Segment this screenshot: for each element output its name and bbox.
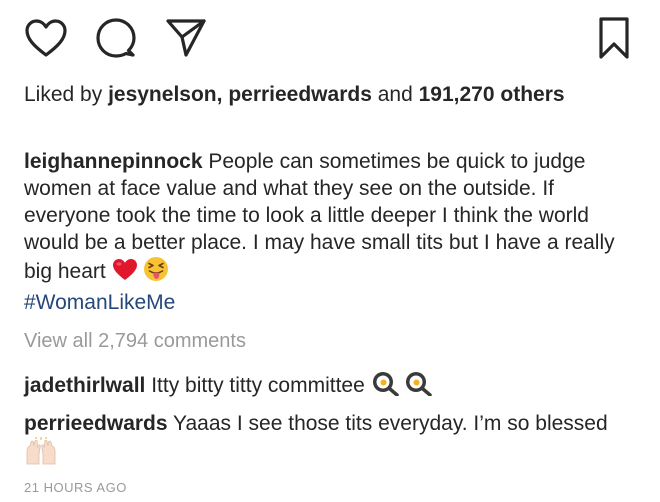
likes-count[interactable]: 191,270 bbox=[419, 83, 495, 106]
post-timestamp: 21 HOURS AGO bbox=[24, 480, 127, 495]
comment-username[interactable]: perrieedwards bbox=[24, 412, 168, 435]
comment-icon[interactable] bbox=[92, 14, 140, 62]
likes-suffix[interactable]: others bbox=[500, 83, 564, 106]
comment-item: jadethirlwall Itty bitty titty committee bbox=[24, 370, 638, 403]
fried-egg-emoji bbox=[404, 370, 433, 403]
comment-text: Yaaas I see those tits everyday. I’m so … bbox=[173, 412, 608, 435]
liked-by-user-link[interactable]: jesynelson bbox=[108, 83, 217, 106]
likes-prefix: Liked by bbox=[24, 83, 103, 106]
view-all-comments-link[interactable]: View all 2,794 comments bbox=[24, 330, 246, 353]
raising-hands-emoji bbox=[24, 436, 58, 472]
action-bar bbox=[22, 14, 638, 62]
hashtag-link[interactable]: #WomanLikeMe bbox=[24, 291, 175, 314]
likes-separator: , bbox=[216, 83, 223, 106]
caption-username[interactable]: leighannepinnock bbox=[24, 150, 203, 173]
red-heart-emoji bbox=[112, 258, 138, 289]
likes-summary: Liked by jesynelson, perrieedwards and 1… bbox=[24, 82, 624, 108]
comment-text: Itty bitty titty committee bbox=[151, 374, 365, 397]
bookmark-icon[interactable] bbox=[590, 14, 638, 62]
share-icon[interactable] bbox=[162, 14, 210, 62]
heart-icon[interactable] bbox=[22, 14, 70, 62]
liked-by-user-link[interactable]: perrieedwards bbox=[228, 83, 372, 106]
likes-and: and bbox=[377, 83, 413, 106]
post-caption: leighannepinnock People can sometimes be… bbox=[24, 148, 638, 316]
squinting-tongue-emoji bbox=[143, 256, 169, 289]
fried-egg-emoji bbox=[371, 370, 399, 403]
comment-username[interactable]: jadethirlwall bbox=[24, 374, 145, 397]
comment-item: perrieedwards Yaaas I see those tits eve… bbox=[24, 410, 638, 472]
